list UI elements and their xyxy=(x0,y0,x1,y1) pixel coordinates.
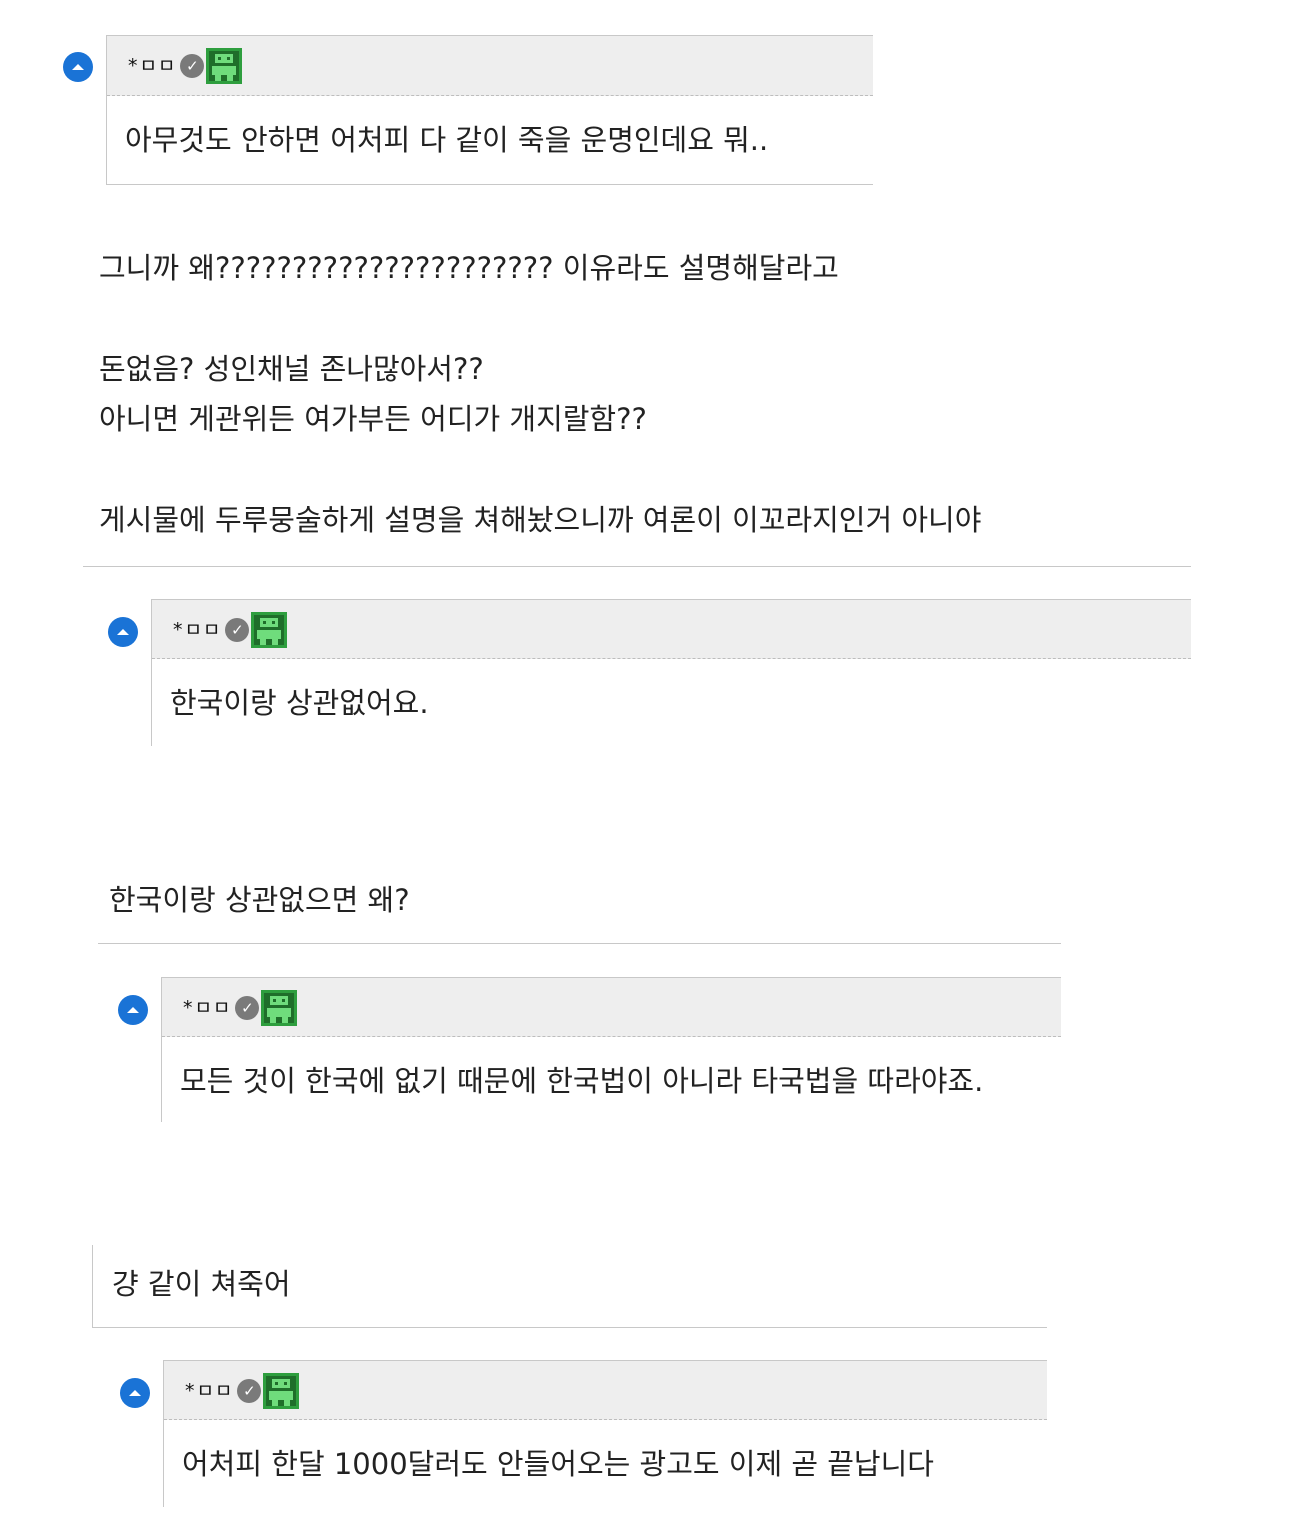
reply-toggle-button[interactable] xyxy=(63,52,93,82)
divider xyxy=(98,943,1061,944)
chevron-up-icon xyxy=(129,1390,141,1396)
reply-author[interactable]: *ㅁㅁ ✓ xyxy=(182,1373,300,1409)
green-robot-level-icon xyxy=(206,48,243,84)
author-name[interactable]: *ㅁㅁ xyxy=(125,53,208,83)
comment-text-line: 그니까 왜?????????????????????? 이유라도 설명해달라고 xyxy=(99,251,839,285)
reply-author[interactable]: *ㅁㅁ ✓ xyxy=(125,48,243,84)
chevron-up-icon xyxy=(127,1007,139,1013)
check-circle-icon: ✓ xyxy=(180,54,205,78)
author-name[interactable]: *ㅁㅁ xyxy=(170,617,253,647)
check-circle-icon: ✓ xyxy=(235,996,260,1020)
reply-toggle-button[interactable] xyxy=(108,617,138,647)
divider xyxy=(92,1245,93,1328)
reply-text: 모든 것이 한국에 없기 때문에 한국법이 아니라 타국법을 따라야죠. xyxy=(180,1064,984,1098)
reply-header: *ㅁㅁ ✓ xyxy=(107,36,873,96)
reply-toggle-button[interactable] xyxy=(118,995,148,1025)
reply-header: *ㅁㅁ ✓ xyxy=(152,599,1191,659)
green-robot-level-icon xyxy=(261,990,298,1026)
author-name[interactable]: *ㅁㅁ xyxy=(182,1378,265,1408)
comment-text-line: 걍 같이 쳐죽어 xyxy=(112,1267,291,1301)
reply-text: 아무것도 안하면 어처피 다 같이 죽을 운명인데요 뭐.. xyxy=(125,123,769,157)
reply-author[interactable]: *ㅁㅁ ✓ xyxy=(170,612,288,648)
comment-text-line: 돈없음? 성인채널 존나많아서?? xyxy=(99,352,484,386)
divider xyxy=(92,1327,1047,1328)
green-robot-level-icon xyxy=(263,1373,300,1409)
check-circle-icon: ✓ xyxy=(225,618,250,642)
reply-text: 어처피 한달 1000달러도 안들어오는 광고도 이제 곧 끝납니다 xyxy=(182,1447,934,1481)
comment-text-line: 한국이랑 상관없으면 왜? xyxy=(109,883,410,917)
divider xyxy=(83,566,1191,567)
green-robot-level-icon xyxy=(251,612,288,648)
comment-text-line: 아니면 게관위든 여가부든 어디가 개지랄함?? xyxy=(99,402,647,436)
author-name[interactable]: *ㅁㅁ xyxy=(180,995,263,1025)
chevron-up-icon xyxy=(117,629,129,635)
reply-header: *ㅁㅁ ✓ xyxy=(164,1360,1047,1420)
reply-item: *ㅁㅁ ✓ 한국이랑 상관없어요. xyxy=(151,599,1191,746)
chevron-up-icon xyxy=(72,64,84,70)
reply-author[interactable]: *ㅁㅁ ✓ xyxy=(180,990,298,1026)
reply-toggle-button[interactable] xyxy=(120,1378,150,1408)
reply-header: *ㅁㅁ ✓ xyxy=(162,977,1061,1037)
comment-text-line: 게시물에 두루뭉술하게 설명을 쳐해놨으니까 여론이 이꼬라지인거 아니야 xyxy=(99,503,982,537)
reply-item: *ㅁㅁ ✓ 아무것도 안하면 어처피 다 같이 죽을 운명인데요 뭐.. xyxy=(106,35,873,185)
reply-item: *ㅁㅁ ✓ 어처피 한달 1000달러도 안들어오는 광고도 이제 곧 끝납니다 xyxy=(163,1360,1047,1507)
check-circle-icon: ✓ xyxy=(237,1379,262,1403)
reply-text: 한국이랑 상관없어요. xyxy=(170,686,429,720)
reply-item: *ㅁㅁ ✓ 모든 것이 한국에 없기 때문에 한국법이 아니라 타국법을 따라야… xyxy=(161,977,1061,1122)
